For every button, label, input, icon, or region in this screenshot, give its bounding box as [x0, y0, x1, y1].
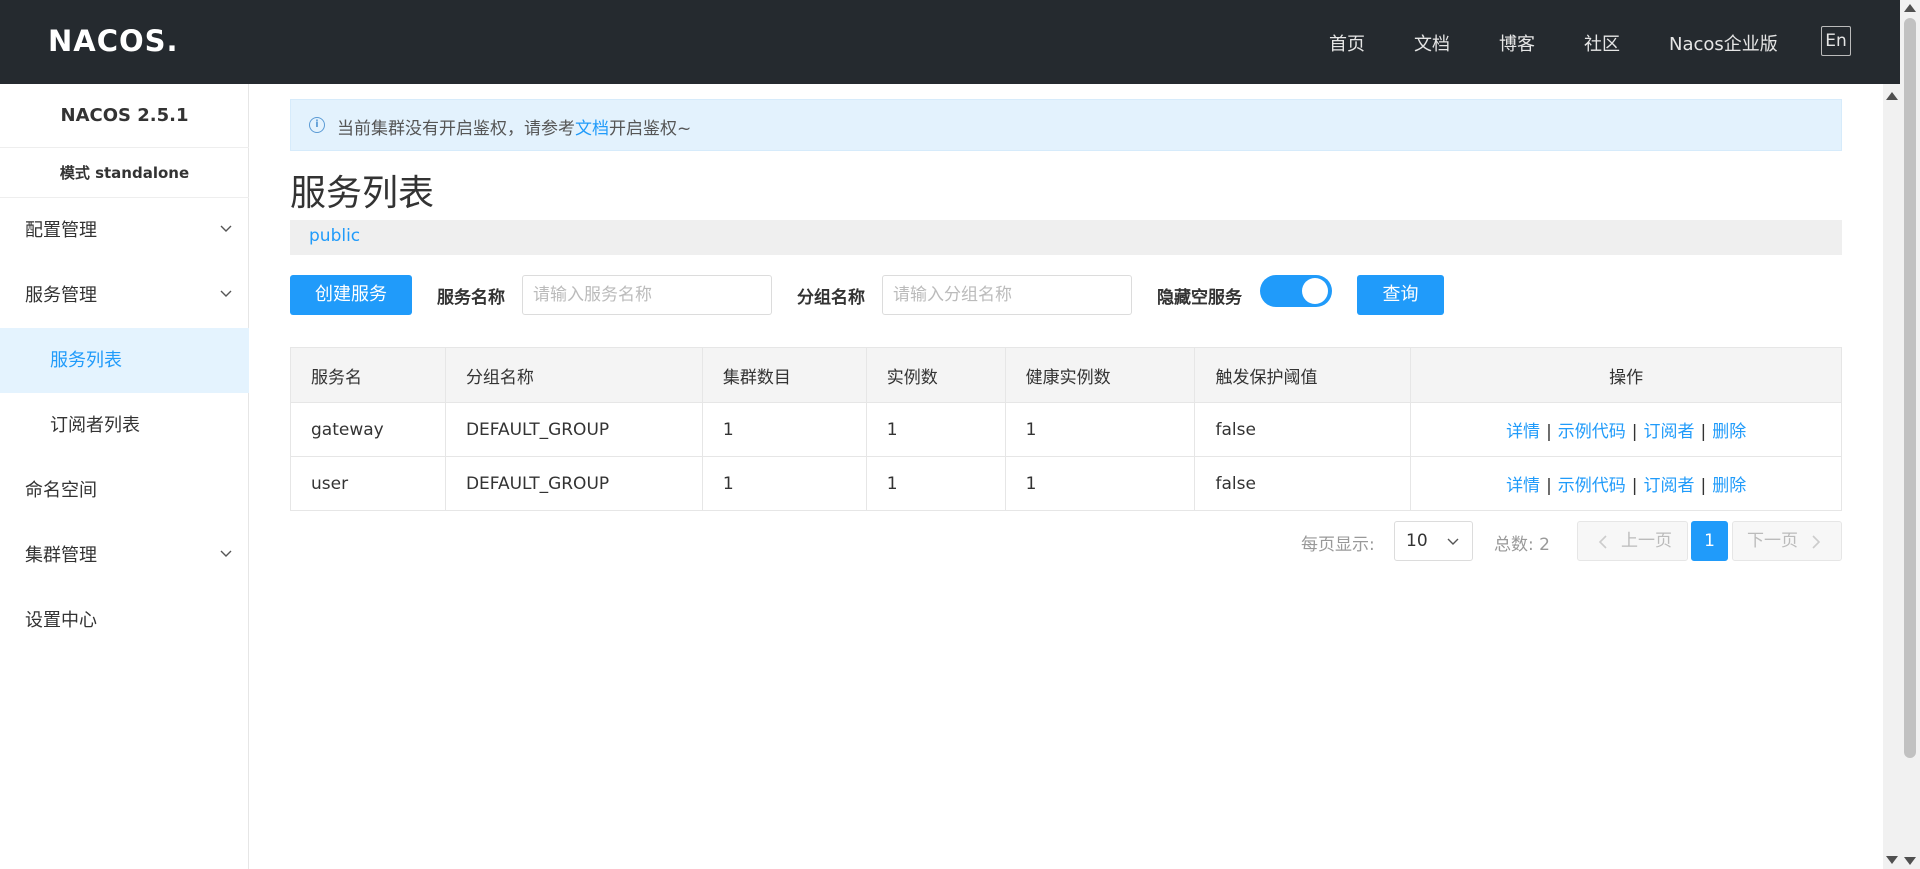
sidebar-item-label: 配置管理 [25, 220, 97, 241]
col-service-name: 服务名 [290, 347, 446, 403]
cell-protect-threshold: false [1194, 402, 1412, 457]
language-switch-button[interactable]: En [1821, 26, 1851, 56]
subscribers-link[interactable]: 订阅者 [1644, 422, 1695, 442]
sidebar-item-service-list[interactable]: 服务列表 [0, 328, 249, 393]
page-title: 服务列表 [290, 173, 435, 214]
sidebar-item-namespace[interactable]: 命名空间 [0, 458, 249, 523]
cell-group-name: DEFAULT_GROUP [444, 402, 703, 457]
service-name-input[interactable] [522, 275, 772, 315]
delete-link[interactable]: 删除 [1712, 422, 1746, 442]
sample-code-link[interactable]: 示例代码 [1558, 422, 1626, 442]
sidebar-item-settings-center[interactable]: 设置中心 [0, 588, 249, 653]
nav-home[interactable]: 首页 [1329, 30, 1365, 56]
auth-notice: i 当前集群没有开启鉴权，请参考文档开启鉴权~ [290, 99, 1842, 151]
table-row: user DEFAULT_GROUP 1 1 1 false 详情 | 示例代码 | 订… [290, 456, 1842, 511]
sidebar-item-label: 设置中心 [25, 610, 97, 631]
nav-enterprise[interactable]: Nacos企业版 [1669, 30, 1778, 56]
cell-cluster-count: 1 [701, 456, 867, 511]
cell-operations: 详情 | 示例代码 | 订阅者 | 删除 [1410, 402, 1842, 457]
sidebar-item-label: 服务列表 [50, 350, 122, 371]
total-count: 总数: 2 [1494, 535, 1550, 555]
scroll-down-icon[interactable] [1904, 857, 1916, 865]
sidebar-item-label: 订阅者列表 [50, 415, 140, 436]
page-1-button[interactable]: 1 [1691, 521, 1728, 561]
sidebar-item-cluster-management[interactable]: 集群管理 [0, 523, 249, 588]
table-header-row: 服务名 分组名称 集群数目 实例数 健康实例数 触发保护阈值 操作 [290, 347, 1842, 403]
page-size-select[interactable]: 10 [1394, 521, 1473, 561]
namespace-public-tab[interactable]: public [309, 226, 360, 246]
cell-healthy-count: 1 [1004, 402, 1196, 457]
col-group-name: 分组名称 [444, 347, 703, 403]
group-name-input[interactable] [882, 275, 1132, 315]
prev-page-label: 上一页 [1621, 531, 1672, 551]
subscribers-link[interactable]: 订阅者 [1644, 476, 1695, 496]
mode-label: 模式 standalone [0, 148, 249, 198]
delete-link[interactable]: 删除 [1712, 476, 1746, 496]
page-size-value: 10 [1406, 531, 1428, 551]
col-healthy-count: 健康实例数 [1004, 347, 1196, 403]
chevron-down-icon [220, 290, 232, 297]
sidebar-item-label: 集群管理 [25, 545, 97, 566]
cell-service-name: gateway [290, 402, 446, 457]
scroll-up-icon[interactable] [1904, 4, 1916, 12]
nacos-logo[interactable]: NACOS. [48, 24, 179, 58]
col-operations: 操作 [1410, 347, 1842, 403]
hide-empty-toggle[interactable] [1260, 275, 1332, 307]
sample-code-link[interactable]: 示例代码 [1558, 476, 1626, 496]
table-row: gateway DEFAULT_GROUP 1 1 1 false 详情 | 示例代… [290, 402, 1842, 457]
col-instance-count: 实例数 [865, 347, 1006, 403]
create-service-button[interactable]: 创建服务 [290, 275, 412, 315]
cell-protect-threshold: false [1194, 456, 1412, 511]
detail-link[interactable]: 详情 [1506, 476, 1540, 496]
sidebar-item-subscriber-list[interactable]: 订阅者列表 [0, 393, 249, 458]
col-protect-threshold: 触发保护阈值 [1194, 347, 1412, 403]
nav-docs[interactable]: 文档 [1414, 30, 1450, 56]
chevron-left-icon [1598, 535, 1607, 549]
toggle-knob [1302, 278, 1328, 304]
cell-healthy-count: 1 [1004, 456, 1196, 511]
info-icon: i [309, 117, 325, 133]
page-size-label: 每页显示: [1301, 535, 1375, 555]
sidebar-item-label: 服务管理 [25, 285, 97, 306]
notice-text: 当前集群没有开启鉴权，请参考文档开启鉴权~ [337, 114, 691, 139]
service-name-label: 服务名称 [437, 288, 505, 308]
content-scrollbar[interactable] [1883, 84, 1900, 869]
nav-community[interactable]: 社区 [1584, 30, 1620, 56]
scroll-up-icon[interactable] [1886, 92, 1898, 100]
next-page-label: 下一页 [1747, 531, 1798, 551]
notice-text-after: 开启鉴权~ [609, 119, 692, 139]
chevron-right-icon [1812, 535, 1821, 549]
next-page-button[interactable]: 下一页 [1732, 521, 1842, 561]
version-label: NACOS 2.5.1 [0, 84, 249, 148]
cell-operations: 详情 | 示例代码 | 订阅者 | 删除 [1410, 456, 1842, 511]
detail-link[interactable]: 详情 [1506, 422, 1540, 442]
chevron-down-icon [220, 225, 232, 232]
namespace-bar: public [290, 220, 1842, 255]
chevron-down-icon [220, 550, 232, 557]
service-table: 服务名 分组名称 集群数目 实例数 健康实例数 触发保护阈值 操作 gatewa… [290, 347, 1842, 511]
col-cluster-count: 集群数目 [701, 347, 867, 403]
cell-instance-count: 1 [865, 456, 1006, 511]
top-navbar: NACOS. 首页 文档 博客 社区 Nacos企业版 En [0, 0, 1900, 84]
scroll-down-icon[interactable] [1886, 856, 1898, 864]
cell-service-name: user [290, 456, 446, 511]
nav-blog[interactable]: 博客 [1499, 30, 1535, 56]
docs-link[interactable]: 文档 [575, 119, 609, 139]
sidebar-item-label: 命名空间 [25, 480, 97, 501]
cell-cluster-count: 1 [701, 402, 867, 457]
sidebar-item-service-management[interactable]: 服务管理 [0, 263, 249, 328]
cell-group-name: DEFAULT_GROUP [444, 456, 703, 511]
query-button[interactable]: 查询 [1357, 275, 1444, 315]
cell-instance-count: 1 [865, 402, 1006, 457]
sidebar: NACOS 2.5.1 模式 standalone 配置管理 服务管理 服务列表… [0, 84, 249, 869]
hide-empty-label: 隐藏空服务 [1157, 288, 1242, 308]
notice-text-before: 当前集群没有开启鉴权，请参考 [337, 119, 575, 139]
group-name-label: 分组名称 [797, 288, 865, 308]
sidebar-item-config-management[interactable]: 配置管理 [0, 198, 249, 263]
window-scrollbar-thumb[interactable] [1904, 18, 1916, 758]
chevron-down-icon [1447, 538, 1459, 545]
prev-page-button[interactable]: 上一页 [1577, 521, 1688, 561]
